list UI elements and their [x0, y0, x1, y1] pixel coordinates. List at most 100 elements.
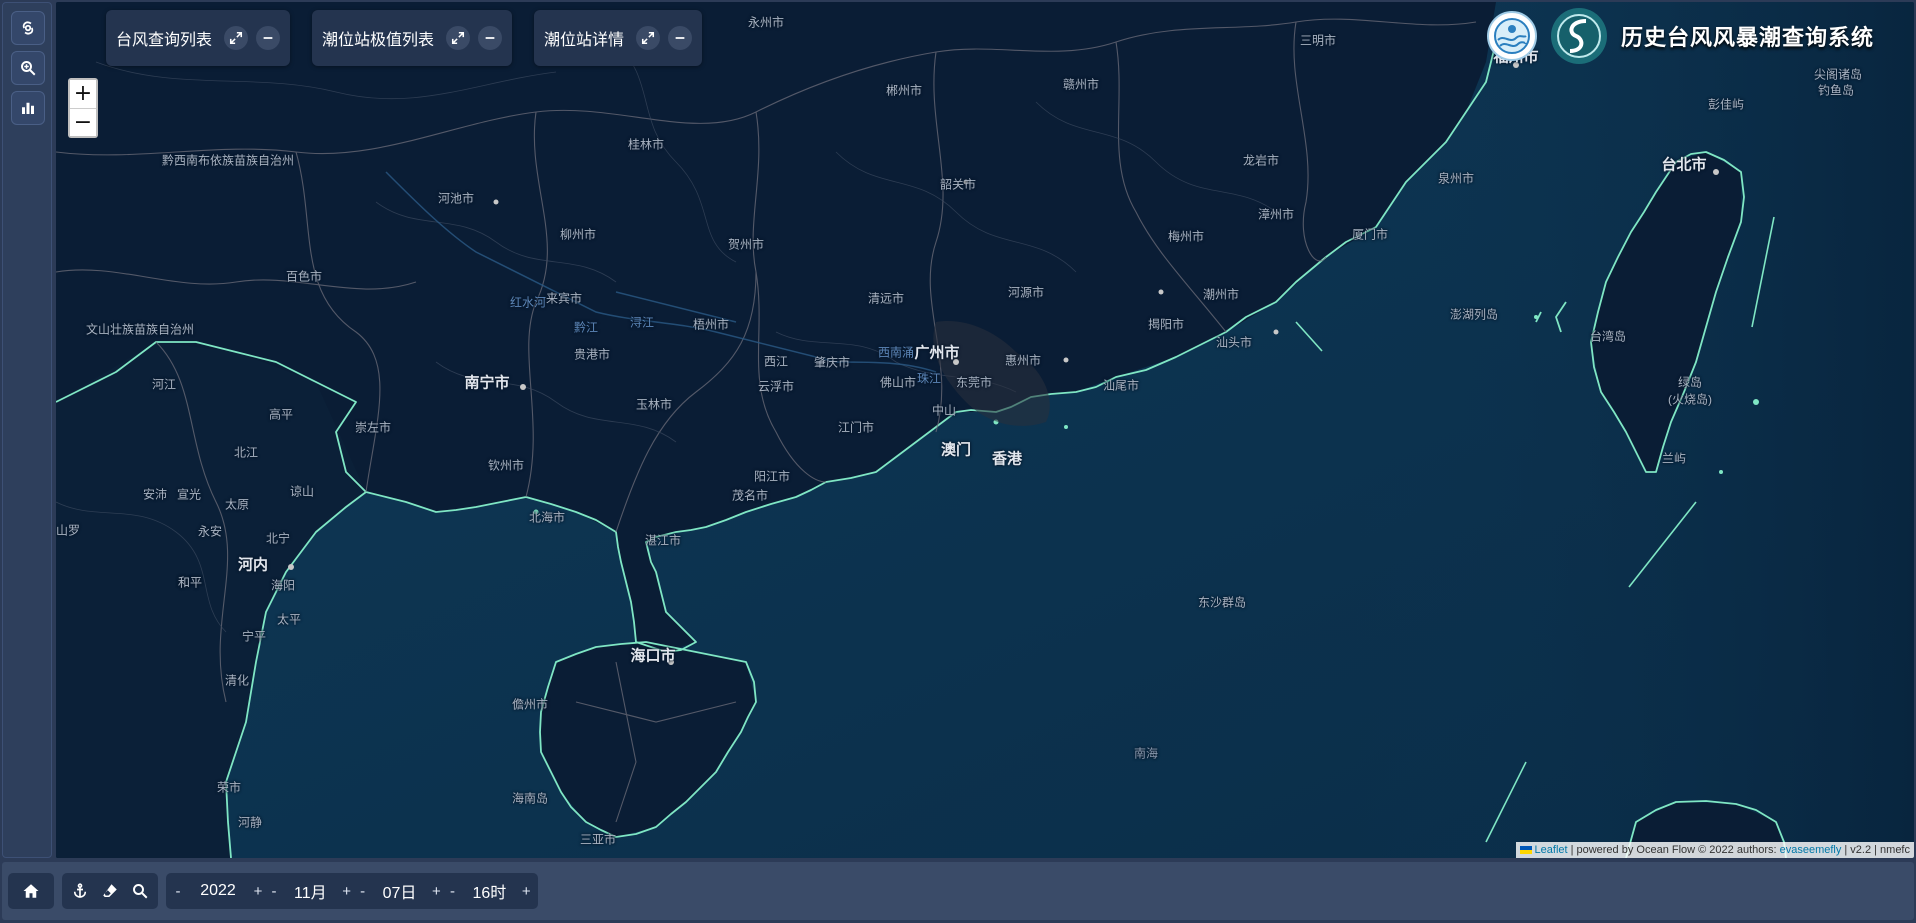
map-place-label: 三明市: [1299, 33, 1337, 48]
map-place-label: 中山: [931, 403, 957, 418]
ukraine-flag-icon: [1519, 846, 1532, 854]
map-view[interactable]: 永州市三明市福州市郴州市赣州市桂林市龙岩市泉州市黔西南布依族苗族自治州韶关市台北…: [56, 2, 1914, 858]
eraser-icon[interactable]: [98, 879, 122, 903]
month-value: 11月: [294, 885, 327, 902]
app-title: 历史台风风暴潮查询系统: [1620, 25, 1874, 50]
zoom-out-button[interactable]: −: [70, 108, 96, 136]
map-place-label: 和平: [177, 575, 203, 590]
map-place-label: 河池市: [437, 191, 475, 206]
year-increment-button[interactable]: +: [250, 883, 266, 900]
map-place-label: 海南岛: [511, 791, 549, 806]
ocean-flow-logo-icon: [1550, 8, 1607, 64]
home-group: [8, 873, 54, 909]
map-attribution: Leaflet | powered by Ocean Flow © 2022 a…: [1515, 842, 1914, 858]
map-place-label: 安沛: [142, 487, 168, 502]
map-place-label: 台湾岛: [1589, 329, 1627, 344]
hour-increment-button[interactable]: +: [518, 883, 534, 900]
map-place-label: 赣州市: [1062, 77, 1100, 92]
map-place-label: 揭阳市: [1147, 317, 1185, 332]
year-decrement-button[interactable]: -: [170, 883, 186, 900]
map-place-label: 梅州市: [1167, 229, 1205, 244]
map-place-label: 珠江: [916, 371, 942, 386]
map-place-label: 广州市: [914, 344, 960, 362]
minimize-icon[interactable]: [256, 26, 281, 50]
bar-chart-icon[interactable]: [11, 91, 45, 125]
map-place-label: 汕头市: [1215, 335, 1253, 350]
map-place-label: 谅山: [289, 484, 315, 499]
map-place-label: 宣光: [176, 487, 202, 502]
hour-value: 16时: [472, 885, 507, 902]
map-place-label: 绿岛: [1677, 375, 1703, 390]
map-place-label: 柳州市: [559, 227, 597, 242]
map-place-label: 百色市: [285, 269, 323, 284]
map-place-label: 香港: [991, 450, 1023, 468]
map-place-label: 河静: [237, 815, 263, 830]
map-place-label: 黔江: [573, 320, 599, 335]
map-place-label: 阳江市: [753, 469, 791, 484]
home-icon[interactable]: [19, 879, 43, 903]
map-place-label: 尖阁诸岛: [1813, 67, 1863, 82]
hour-decrement-button[interactable]: -: [444, 883, 460, 900]
map-place-label: 梧州市: [692, 317, 730, 332]
map-place-label: 荣市: [216, 780, 242, 795]
panel-typhoon-list[interactable]: 台风查询列表: [106, 10, 291, 66]
map-place-label: 南海: [1133, 746, 1159, 761]
day-decrement-button[interactable]: -: [355, 883, 371, 900]
map-place-label: 韶关市: [939, 177, 977, 192]
month-decrement-button[interactable]: -: [266, 883, 282, 900]
zoom-control: + −: [68, 78, 98, 138]
panel-station-detail[interactable]: 潮位站详情: [534, 10, 703, 66]
map-place-label: 玉林市: [635, 397, 673, 412]
panel-station-extreme-list-label: 潮位站极值列表: [322, 32, 435, 49]
search-zoom-icon[interactable]: [11, 51, 45, 85]
map-place-label: 西南涌: [877, 345, 915, 360]
map-place-label: 山罗: [56, 523, 81, 538]
minimize-icon[interactable]: [478, 26, 503, 50]
map-place-label: (火烧岛): [1668, 392, 1712, 407]
map-place-label: 北宁: [265, 531, 291, 546]
map-place-label: 高平: [268, 407, 294, 422]
panel-station-extreme-list[interactable]: 潮位站极值列表: [312, 10, 513, 66]
app-logo: 历史台风风暴潮查询系统: [1486, 8, 1874, 64]
map-place-label: 台北市: [1661, 156, 1707, 174]
map-place-label: 肇庆市: [813, 355, 851, 370]
map-place-label: 桂林市: [627, 137, 665, 152]
map-place-label: 西江: [763, 354, 789, 369]
leaflet-link[interactable]: Leaflet: [1535, 844, 1568, 856]
map-place-label: 贵港市: [573, 347, 611, 362]
minimize-icon[interactable]: [668, 26, 693, 50]
map-place-label: 河江: [151, 377, 177, 392]
anchor-icon[interactable]: [68, 879, 92, 903]
map-place-label: 宁平: [241, 629, 267, 644]
map-place-label: 清远市: [867, 291, 905, 306]
map-place-label: 湛江市: [644, 533, 682, 548]
day-increment-button[interactable]: +: [428, 883, 444, 900]
expand-icon[interactable]: [636, 26, 661, 50]
tool-group: [62, 873, 158, 909]
map-place-label: 澳门: [940, 441, 972, 459]
map-place-label: 龙岩市: [1242, 153, 1280, 168]
map-place-label: 三亚市: [579, 832, 617, 847]
map-place-label: 河源市: [1007, 285, 1045, 300]
search-zoom-icon[interactable]: [128, 879, 152, 903]
map-place-label: 钓鱼岛: [1817, 83, 1855, 98]
panel-station-detail-label: 潮位站详情: [544, 32, 625, 49]
map-place-label: 兰屿: [1661, 451, 1687, 466]
map-place-label: 南宁市: [464, 374, 510, 392]
map-place-label: 太原: [224, 497, 250, 512]
expand-icon[interactable]: [446, 26, 471, 50]
map-place-label: 海口市: [630, 647, 676, 665]
expand-icon[interactable]: [224, 26, 249, 50]
map-place-label: 来宾市: [545, 291, 583, 306]
map-place-label: 潮州市: [1202, 287, 1240, 302]
author-link[interactable]: evaseemefly: [1780, 844, 1842, 856]
map-place-label: 红水河: [509, 295, 547, 310]
typhoon-icon[interactable]: [11, 11, 45, 45]
map-place-label: 太平: [276, 612, 302, 627]
day-value: 07日: [382, 885, 417, 902]
map-place-label: 黔西南布依族苗族自治州: [161, 153, 295, 168]
month-increment-button[interactable]: +: [339, 883, 355, 900]
map-place-label: 东莞市: [955, 375, 993, 390]
map-place-label: 浔江: [629, 315, 655, 330]
zoom-in-button[interactable]: +: [70, 80, 96, 108]
